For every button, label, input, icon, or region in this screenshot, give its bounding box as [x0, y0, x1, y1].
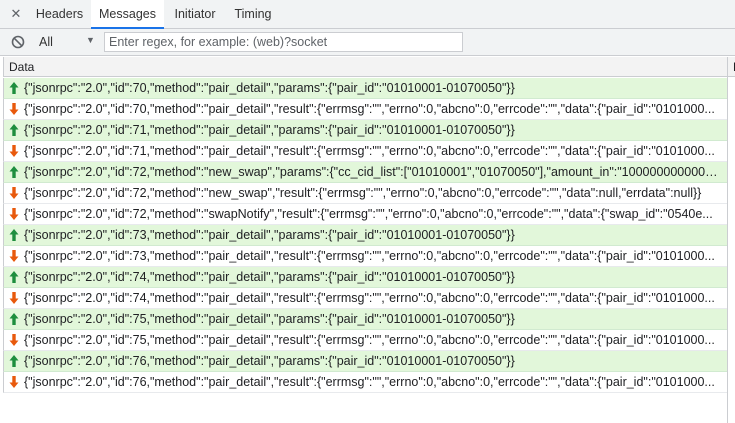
column-divider	[727, 57, 728, 423]
table-row[interactable]: {"jsonrpc":"2.0","id":71,"method":"pair_…	[3, 120, 727, 141]
message-data: {"jsonrpc":"2.0","id":75,"method":"pair_…	[24, 333, 715, 347]
table-row[interactable]: {"jsonrpc":"2.0","id":75,"method":"pair_…	[3, 330, 727, 351]
table-row[interactable]: {"jsonrpc":"2.0","id":72,"method":"swapN…	[3, 204, 727, 225]
table-row[interactable]: {"jsonrpc":"2.0","id":73,"method":"pair_…	[3, 246, 727, 267]
message-data: {"jsonrpc":"2.0","id":76,"method":"pair_…	[24, 375, 715, 389]
message-data: {"jsonrpc":"2.0","id":70,"method":"pair_…	[24, 81, 515, 95]
close-icon[interactable]: ✕	[9, 6, 23, 22]
filter-bar: All ▼	[0, 29, 735, 56]
arrow-down-icon	[8, 102, 20, 116]
message-data: {"jsonrpc":"2.0","id":73,"method":"pair_…	[24, 249, 715, 263]
arrow-down-icon	[8, 291, 20, 305]
arrow-down-icon	[8, 249, 20, 263]
table-row[interactable]: {"jsonrpc":"2.0","id":76,"method":"pair_…	[3, 372, 727, 393]
table-row[interactable]: {"jsonrpc":"2.0","id":75,"method":"pair_…	[3, 309, 727, 330]
message-data: {"jsonrpc":"2.0","id":71,"method":"pair_…	[24, 144, 715, 158]
block-icon[interactable]	[11, 35, 25, 49]
column-header-data[interactable]: Data	[9, 60, 34, 74]
arrow-up-icon	[8, 81, 20, 95]
message-type-select[interactable]: All	[39, 35, 53, 49]
table-row[interactable]: {"jsonrpc":"2.0","id":70,"method":"pair_…	[3, 99, 727, 120]
message-data: {"jsonrpc":"2.0","id":72,"method":"new_s…	[24, 186, 702, 200]
table-header: Data L	[3, 57, 735, 77]
table-row[interactable]: {"jsonrpc":"2.0","id":70,"method":"pair_…	[3, 78, 727, 99]
message-data: {"jsonrpc":"2.0","id":74,"method":"pair_…	[24, 270, 515, 284]
arrow-up-icon	[8, 228, 20, 242]
tab-messages[interactable]: Messages	[91, 0, 164, 29]
tab-headers[interactable]: Headers	[28, 0, 91, 28]
table-row[interactable]: {"jsonrpc":"2.0","id":72,"method":"new_s…	[3, 183, 727, 204]
arrow-up-icon	[8, 270, 20, 284]
table-row[interactable]: {"jsonrpc":"2.0","id":72,"method":"new_s…	[3, 162, 727, 183]
message-data: {"jsonrpc":"2.0","id":74,"method":"pair_…	[24, 291, 715, 305]
arrow-up-icon	[8, 354, 20, 368]
table-rows: {"jsonrpc":"2.0","id":70,"method":"pair_…	[3, 78, 727, 393]
message-data: {"jsonrpc":"2.0","id":72,"method":"swapN…	[24, 207, 713, 221]
arrow-down-icon	[8, 207, 20, 221]
arrow-down-icon	[8, 186, 20, 200]
table-row[interactable]: {"jsonrpc":"2.0","id":74,"method":"pair_…	[3, 288, 727, 309]
message-data: {"jsonrpc":"2.0","id":70,"method":"pair_…	[24, 102, 715, 116]
arrow-down-icon	[8, 144, 20, 158]
arrow-up-icon	[8, 165, 20, 179]
table-row[interactable]: {"jsonrpc":"2.0","id":76,"method":"pair_…	[3, 351, 727, 372]
filter-input[interactable]	[104, 32, 463, 52]
tab-bar: ✕ Headers Messages Initiator Timing	[0, 0, 735, 29]
arrow-up-icon	[8, 312, 20, 326]
message-data: {"jsonrpc":"2.0","id":75,"method":"pair_…	[24, 312, 515, 326]
arrow-up-icon	[8, 123, 20, 137]
message-data: {"jsonrpc":"2.0","id":71,"method":"pair_…	[24, 123, 515, 137]
tab-timing[interactable]: Timing	[228, 0, 278, 28]
messages-table: Data L {"jsonrpc":"2.0","id":70,"method"…	[3, 57, 735, 423]
table-row[interactable]: {"jsonrpc":"2.0","id":74,"method":"pair_…	[3, 267, 727, 288]
message-data: {"jsonrpc":"2.0","id":73,"method":"pair_…	[24, 228, 515, 242]
message-data: {"jsonrpc":"2.0","id":76,"method":"pair_…	[24, 354, 515, 368]
table-row[interactable]: {"jsonrpc":"2.0","id":71,"method":"pair_…	[3, 141, 727, 162]
table-row[interactable]: {"jsonrpc":"2.0","id":73,"method":"pair_…	[3, 225, 727, 246]
message-data: {"jsonrpc":"2.0","id":72,"method":"new_s…	[24, 165, 722, 179]
chevron-down-icon[interactable]: ▼	[86, 35, 95, 45]
arrow-down-icon	[8, 333, 20, 347]
arrow-down-icon	[8, 375, 20, 389]
tab-initiator[interactable]: Initiator	[166, 0, 224, 28]
